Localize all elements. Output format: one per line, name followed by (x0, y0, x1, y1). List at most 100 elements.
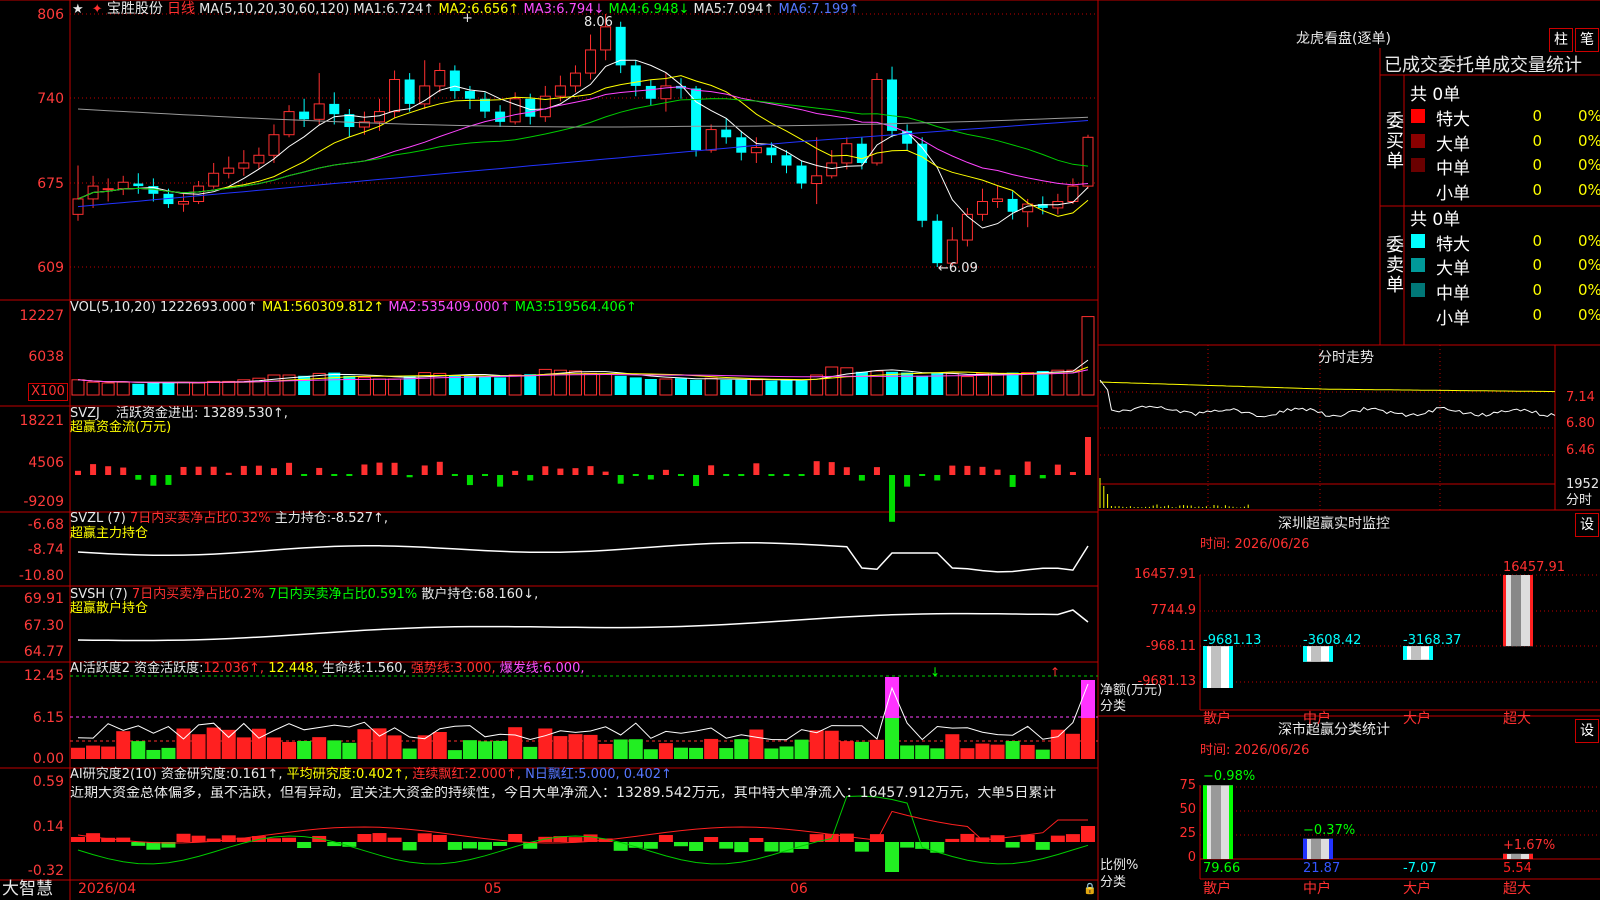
sz-monitor-ylabel: 净额(万元) (1100, 683, 1163, 698)
period-label[interactable]: 日线 (167, 1, 195, 17)
flow-bar-up (1085, 437, 1091, 475)
chart-canvas[interactable]: ↓ ↑ (0, 0, 1600, 900)
lhb-header: 已成交委托单成交量统计 (1384, 55, 1582, 76)
cursor-cross-icon: + (462, 11, 473, 26)
svzj-value: 13289.530↑, (202, 406, 288, 421)
ai2-bar-down (854, 842, 869, 852)
candle-down (1007, 198, 1018, 212)
high-price-mark: 8.06 (584, 15, 613, 30)
ai1-bar-down (794, 739, 809, 759)
class-bar-shade (1211, 785, 1221, 859)
flow-bar-up (843, 467, 850, 475)
ai1-tick: 0.00 (32, 751, 64, 767)
ai2-d: N日飘红: (525, 767, 579, 782)
ai2-tick: -0.32 (27, 863, 64, 879)
favorite-icon[interactable]: ✦ (92, 2, 103, 17)
volume-bar-down (1006, 372, 1019, 395)
ai1-bar-up (583, 734, 598, 759)
volume-bar-up (388, 378, 402, 396)
sell-row-name: 大单 (1436, 259, 1470, 279)
volume-bar-up (538, 368, 552, 396)
volume-bar-up (86, 381, 100, 396)
candle-down (525, 98, 536, 117)
swatch-sell-m (1411, 283, 1425, 297)
buy-side-label: 委买单 (1386, 111, 1404, 172)
volume-bar-up (1066, 369, 1080, 396)
sz-class-time: 时间: 2026/06/26 (1200, 743, 1310, 758)
volume-bar-down (132, 383, 145, 395)
ai1-bar-up (598, 743, 613, 759)
ai1-e: 爆发线: (499, 661, 544, 676)
ai2-tick: 0.59 (32, 774, 64, 790)
svzl-header: SVZL (7) 7日内买卖净占比0.32% 主力持仓:-8.527↑, (70, 512, 388, 526)
volume-bar-up (1021, 372, 1035, 396)
flow-tick (919, 474, 926, 476)
svsh-a: 7日内买卖净占比0.2% (131, 587, 265, 602)
flow-bar-up (240, 465, 247, 475)
monitor-bar-edge (1329, 646, 1333, 662)
ai1-bar-up (990, 744, 1005, 759)
volume-bar-down (690, 379, 703, 395)
monitor-category: 中户 (1303, 711, 1331, 727)
ai1-bar-up (86, 745, 101, 759)
candle-up (826, 162, 838, 177)
flow-bar-up (180, 466, 187, 475)
monitor-bar-value: 16457.91 (1503, 560, 1566, 575)
flow-bar-up (587, 466, 594, 475)
sz-monitor-settings-button[interactable]: 设 (1575, 513, 1599, 537)
volume-bar-down (644, 379, 657, 395)
flow-bar-down (647, 475, 654, 480)
ai1-bar-up (312, 737, 327, 759)
ai1-bar-up (824, 730, 839, 759)
candle-down (615, 26, 626, 66)
x-axis-label: 06 (790, 881, 808, 897)
candle-up (208, 172, 220, 187)
svzl-bval: -8.527↑, (331, 511, 389, 526)
ai1-bar-up (387, 735, 402, 759)
fenshi-tick: 7.14 (1566, 390, 1595, 405)
ai2-bar-down (297, 842, 312, 849)
flow-bar-up (979, 466, 986, 475)
price-tick: 740 (37, 91, 64, 107)
ai1-bar-down (493, 740, 508, 759)
ai2-bar-down (900, 842, 915, 848)
buy-row-pct: 0% (1578, 132, 1600, 150)
x-axis-label: 05 (484, 881, 502, 897)
ai1-bar-down (854, 741, 869, 759)
vol-ma3-value: 519564.406↑ (547, 300, 637, 315)
candle-up (569, 72, 581, 87)
ai1-bval: 12.448, (268, 661, 318, 676)
candle-down (133, 183, 144, 187)
volume-bar-up (1081, 316, 1095, 396)
sell-row-name: 中单 (1436, 284, 1470, 304)
flow-bar-up (708, 465, 715, 475)
bar-mode-button[interactable]: 柱 (1549, 28, 1573, 52)
flow-bar-down (466, 475, 473, 486)
ai1-burst-bar (885, 677, 900, 718)
ai2-bar-up (432, 834, 447, 842)
sz-class-tick: 0 (1187, 850, 1196, 865)
flow-bar-up (316, 467, 323, 475)
ai1-bar-down (447, 750, 462, 759)
flow-bar-down (497, 475, 504, 487)
ai2-bar-up (869, 834, 884, 842)
ai1-bar-down (779, 746, 794, 759)
x-axis-label: 2026/04 (78, 881, 137, 897)
volume-bar-down (780, 379, 793, 395)
ai2-bar-up (357, 834, 372, 842)
sz-class-settings-button[interactable]: 设 (1575, 719, 1599, 743)
tick-mode-button[interactable]: 笔 (1575, 28, 1599, 52)
vol-unit-button[interactable]: X100 (28, 383, 68, 401)
flow-tick (723, 474, 730, 476)
stock-name[interactable]: 宝胜股份 (107, 1, 163, 17)
candle-down (329, 103, 340, 115)
volume-bar-up (267, 374, 281, 396)
sell-row-name: 特大 (1436, 235, 1470, 255)
monitor-bar-edge (1503, 575, 1506, 647)
fenshi-tick: 6.80 (1566, 416, 1595, 431)
flow-bar-down (693, 475, 700, 487)
candle-down (464, 91, 475, 99)
ai2-b: 平均研究度: (286, 767, 356, 782)
volume-bar-up (222, 380, 236, 396)
ma-line (77, 59, 1089, 229)
